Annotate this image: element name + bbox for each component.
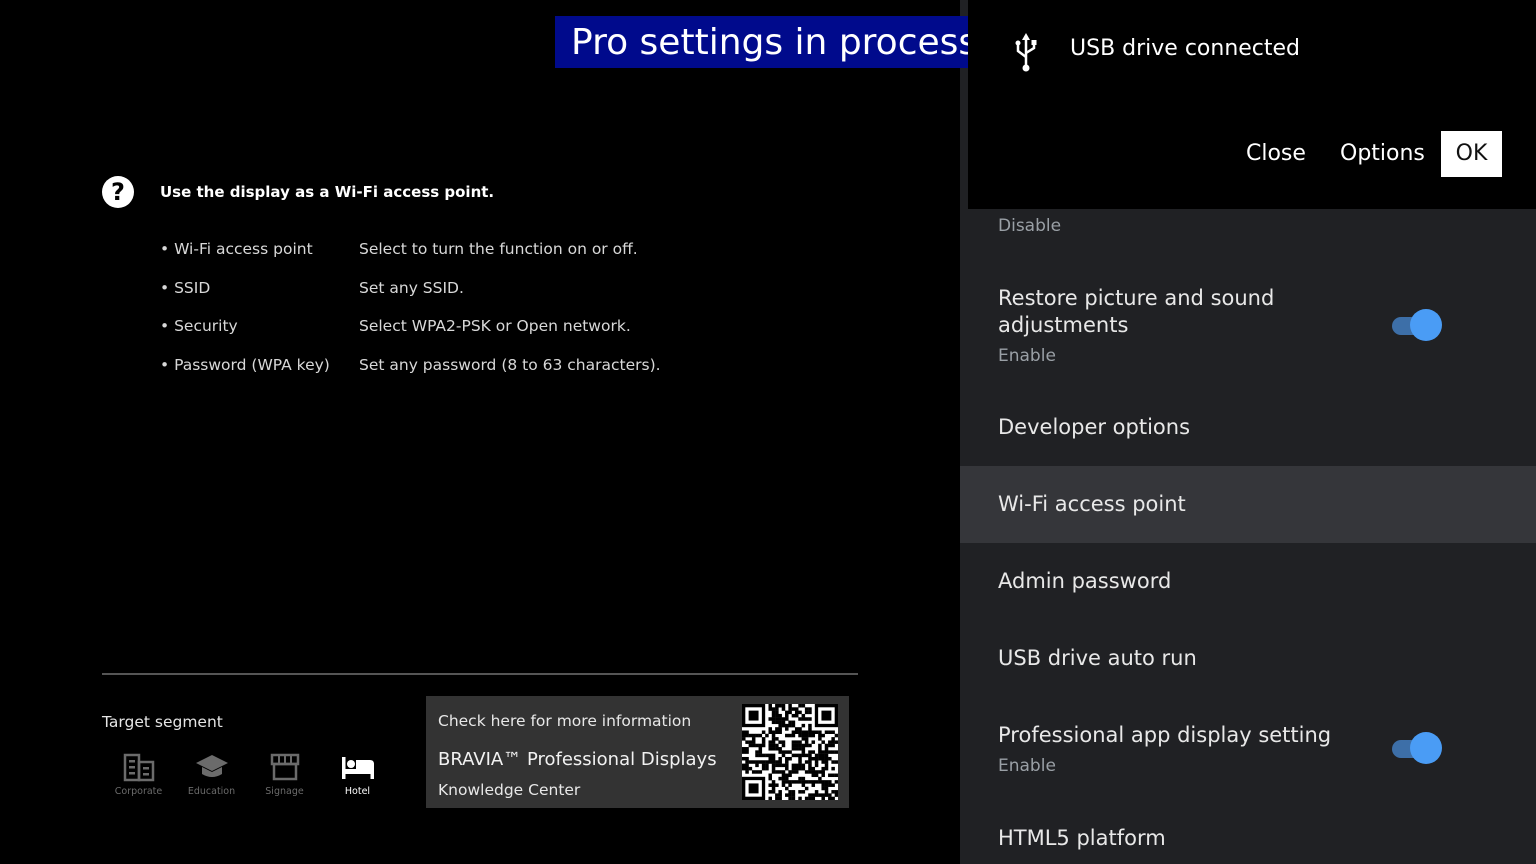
segment-signage: Signage <box>248 752 321 797</box>
help-desc: Set any SSID. <box>359 278 464 297</box>
usb-icon <box>1015 33 1037 72</box>
settings-item-title: Wi-Fi access point <box>998 492 1186 516</box>
help-row: • Password (WPA key) Set any password (8… <box>160 356 661 395</box>
help-row: • Wi-Fi access point Select to turn the … <box>160 240 661 279</box>
segment-label: Education <box>187 786 236 797</box>
info-check-text: Check here for more information <box>438 712 692 730</box>
help-term: • Wi-Fi access point <box>160 240 313 258</box>
toggle-thumb <box>1410 732 1442 764</box>
help-desc: Select WPA2-PSK or Open network. <box>359 317 631 335</box>
help-title: Use the display as a Wi-Fi access point. <box>160 183 495 201</box>
settings-item-developer-options[interactable]: Developer options <box>960 390 1536 466</box>
settings-item-restore-picture-sound[interactable]: Restore picture and sound adjustments En… <box>960 275 1536 385</box>
settings-item-wifi-access-point[interactable]: Wi-Fi access point <box>960 466 1536 543</box>
info-brand: BRAVIA™ Professional Displays <box>438 749 717 770</box>
settings-item-sub: Enable <box>998 756 1056 776</box>
settings-item-sub: Disable <box>998 216 1062 236</box>
settings-item-partial[interactable]: Disable <box>960 210 1536 250</box>
settings-item-title: USB drive auto run <box>998 646 1197 670</box>
settings-item-html5-platform[interactable]: HTML5 platform <box>960 805 1536 864</box>
settings-item-usb-drive-auto-run[interactable]: USB drive auto run <box>960 620 1536 697</box>
help-row: • SSID Set any SSID. <box>160 279 661 318</box>
graduation-cap-icon <box>195 755 228 777</box>
toggle-thumb <box>1410 309 1442 341</box>
close-button[interactable]: Close <box>1246 131 1306 177</box>
storefront-icon <box>270 753 299 781</box>
settings-item-title: Professional app display setting <box>998 723 1332 747</box>
segment-hotel: Hotel <box>321 752 394 797</box>
segment-label: Signage <box>265 786 304 797</box>
settings-item-title: Developer options <box>998 415 1191 439</box>
notification-title: USB drive connected <box>1070 36 1301 61</box>
target-segment-label: Target segment <box>102 713 223 731</box>
settings-item-professional-app-display[interactable]: Professional app display setting Enable <box>960 700 1536 800</box>
usb-notification: USB drive connected Close Options OK <box>968 0 1536 209</box>
help-term: • Security <box>160 317 238 335</box>
settings-item-admin-password[interactable]: Admin password <box>960 543 1536 620</box>
settings-item-title: HTML5 platform <box>998 826 1166 850</box>
help-term: • SSID <box>160 278 211 297</box>
divider <box>102 673 858 675</box>
options-button[interactable]: Options <box>1340 131 1425 177</box>
help-list: • Wi-Fi access point Select to turn the … <box>160 240 661 394</box>
building-icon <box>123 753 154 782</box>
qr-code-icon <box>742 704 839 801</box>
pro-settings-banner: Pro settings in process <box>555 16 986 68</box>
settings-item-title: Admin password <box>998 569 1172 593</box>
help-desc: Set any password (8 to 63 characters). <box>359 355 661 374</box>
help-area: ? Use the display as a Wi-Fi access poin… <box>0 0 960 864</box>
help-row: • Security Select WPA2-PSK or Open netwo… <box>160 317 661 356</box>
settings-item-sub: Enable <box>998 346 1056 366</box>
segment-label: Hotel <box>344 786 371 797</box>
target-segment-icons: Corporate Education Signage Hotel <box>102 752 394 797</box>
segment-education: Education <box>175 752 248 797</box>
segment-label: Corporate <box>114 786 163 797</box>
more-info-box[interactable]: Check here for more information BRAVIA™ … <box>426 696 849 808</box>
toggle-switch[interactable] <box>1390 731 1442 765</box>
help-desc: Select to turn the function on or off. <box>359 240 638 258</box>
help-term: • Password (WPA key) <box>160 355 330 374</box>
bed-icon <box>341 757 374 779</box>
info-knowledge-center: Knowledge Center <box>438 781 581 799</box>
settings-item-title: Restore picture and sound adjustments <box>998 286 1275 337</box>
segment-corporate: Corporate <box>102 752 175 797</box>
ok-button[interactable]: OK <box>1441 131 1502 177</box>
question-circle-icon: ? <box>102 176 134 208</box>
toggle-switch[interactable] <box>1390 308 1442 342</box>
